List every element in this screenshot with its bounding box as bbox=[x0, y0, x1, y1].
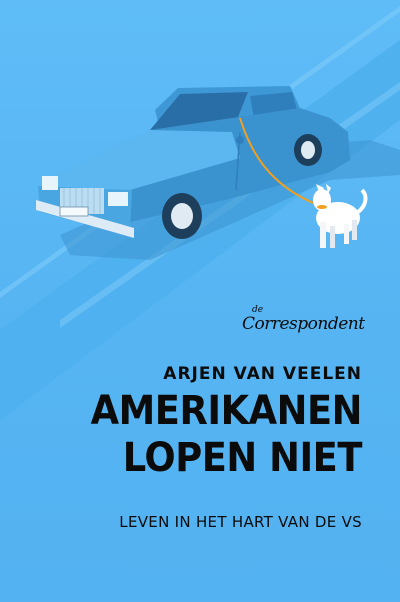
book-subtitle: LEVEN IN HET HART VAN DE VS bbox=[119, 513, 362, 531]
headlight-right bbox=[108, 192, 128, 206]
author-name: ARJEN VAN VEELEN bbox=[163, 364, 362, 384]
publisher-logo-main: Correspondent bbox=[242, 314, 365, 334]
headlight-left bbox=[42, 176, 58, 190]
license-plate bbox=[59, 206, 89, 217]
car-walking-dog-illustration bbox=[0, 6, 400, 420]
car bbox=[36, 86, 350, 239]
dog bbox=[313, 184, 368, 248]
book-cover: de Correspondent ARJEN VAN VEELEN AMERIK… bbox=[0, 0, 400, 602]
title-line-2: LOPEN NIET bbox=[122, 435, 363, 481]
side-mirror bbox=[236, 136, 244, 144]
book-title: AMERIKANEN LOPEN NIET bbox=[90, 388, 363, 482]
title-line-1: AMERIKANEN bbox=[90, 388, 363, 434]
